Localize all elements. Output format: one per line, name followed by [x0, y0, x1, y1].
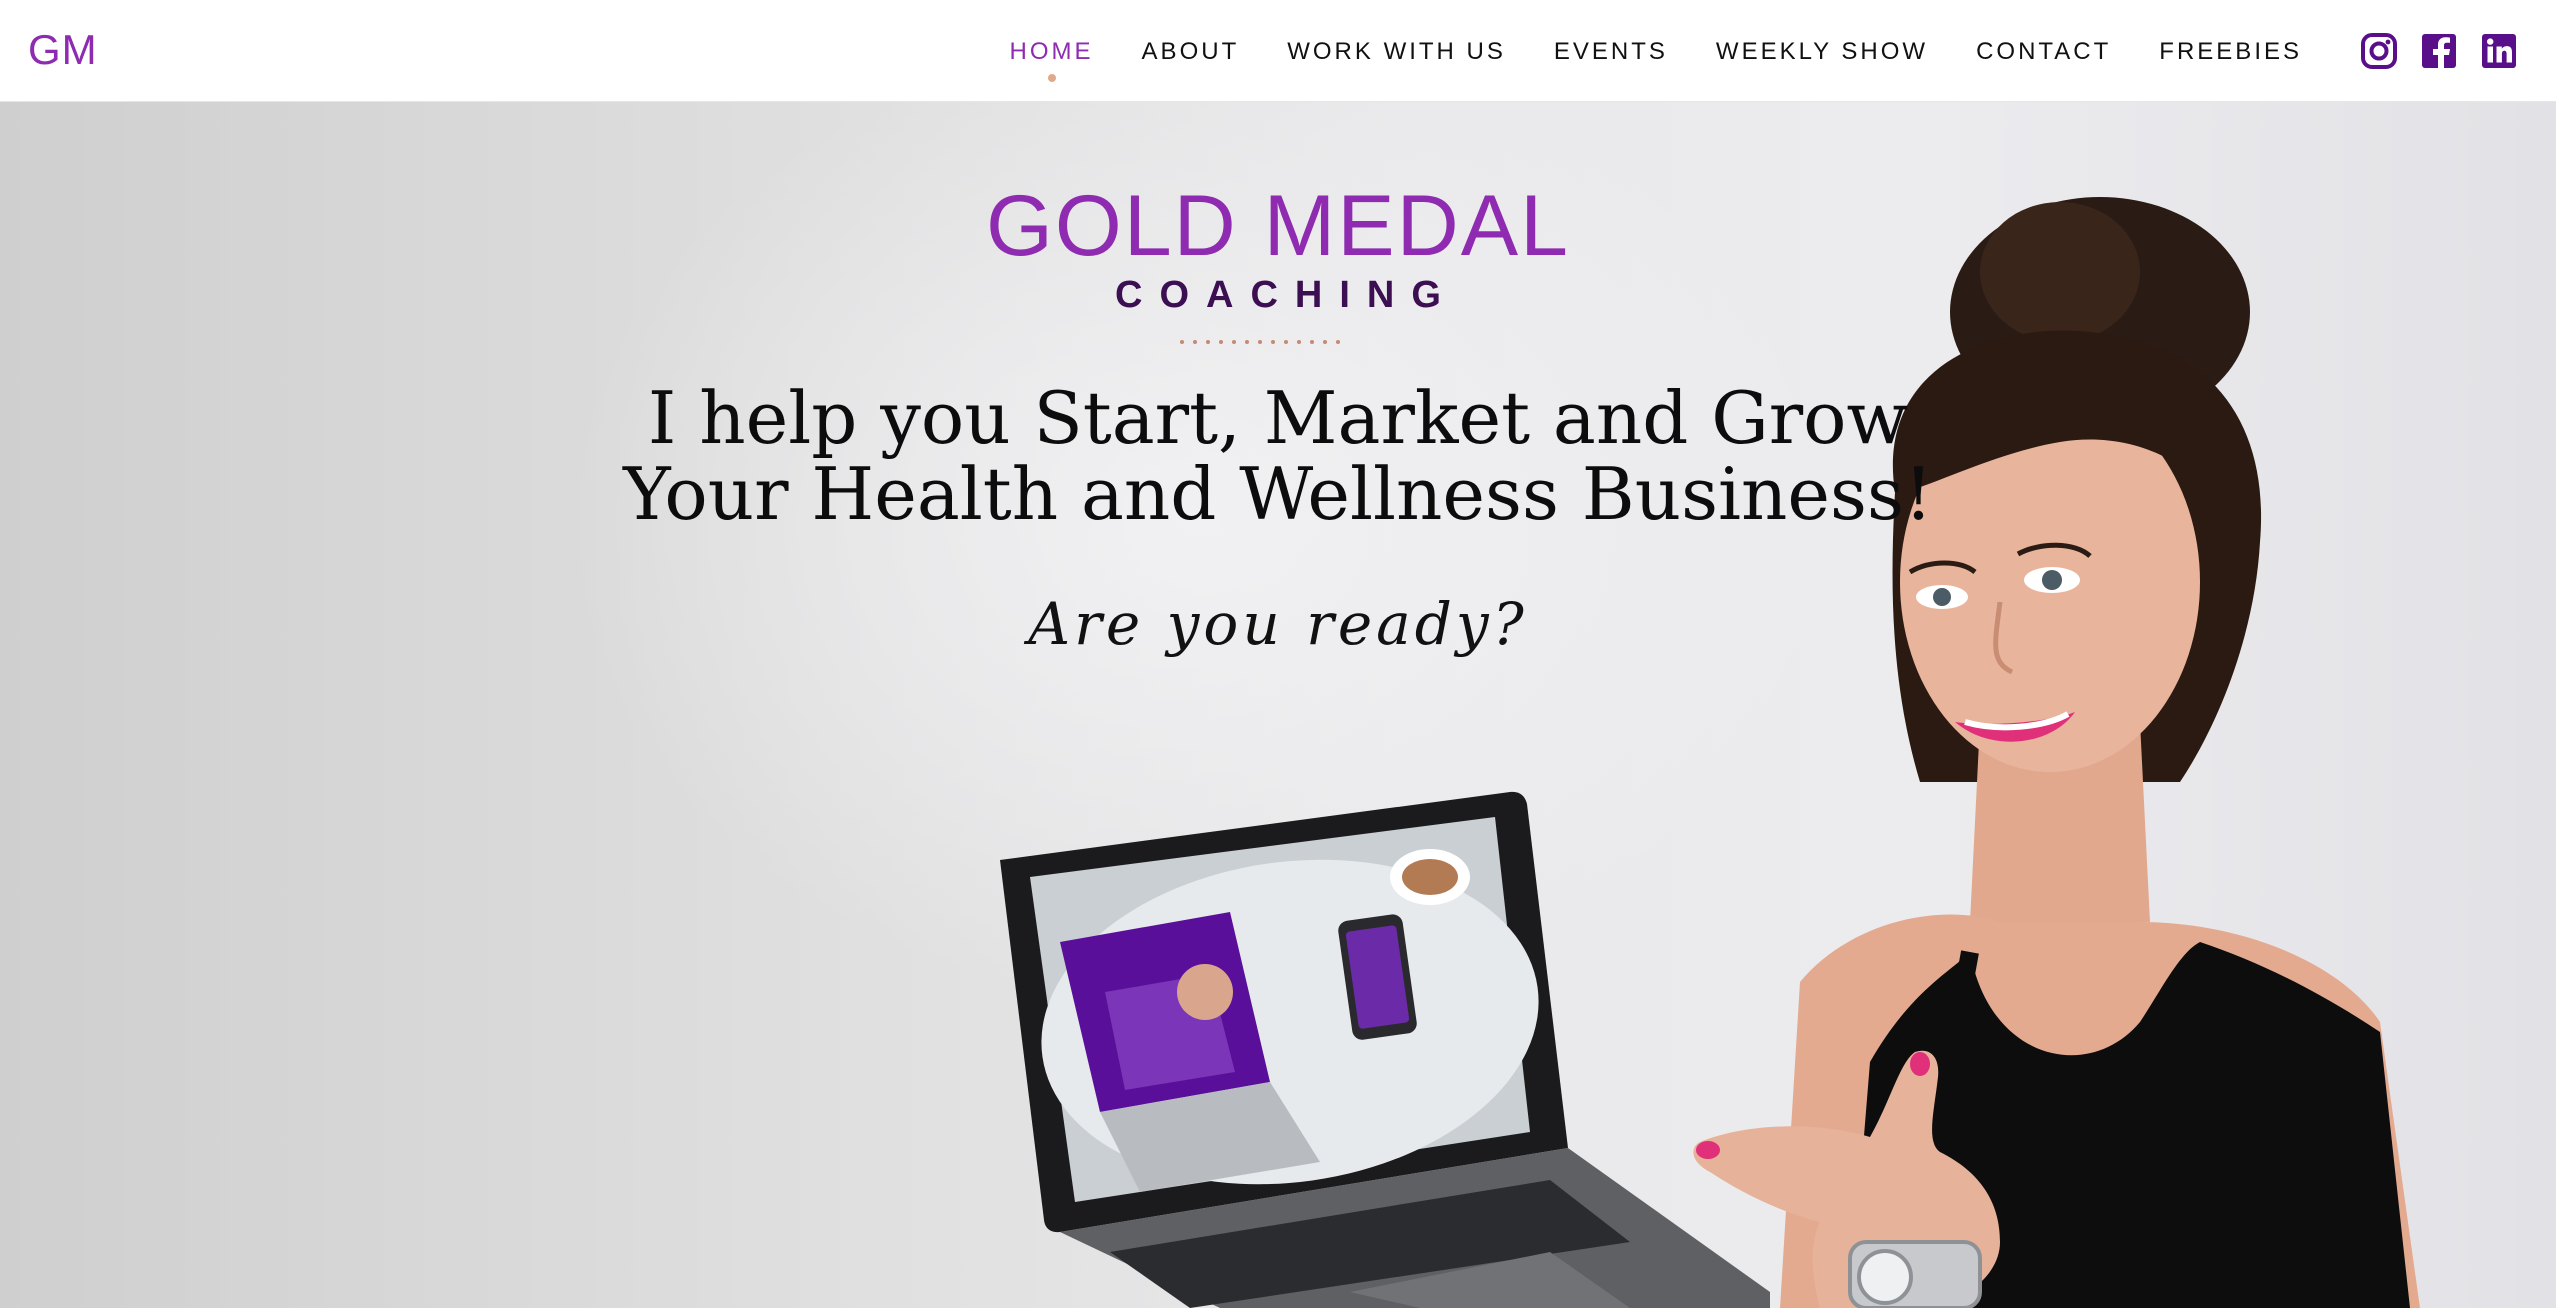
- nav-events[interactable]: EVENTS: [1554, 34, 1668, 70]
- instagram-icon[interactable]: [2360, 32, 2398, 70]
- brand-title: GOLD MEDAL: [986, 178, 1570, 274]
- laptop-image: [990, 692, 1830, 1308]
- hero-headline: I help you Start, Market and Grow Your H…: [0, 380, 2556, 532]
- nav-work-with-us[interactable]: WORK WITH US: [1287, 34, 1506, 70]
- social-links: [2360, 32, 2518, 70]
- site-logo[interactable]: GM: [28, 26, 98, 74]
- site-header: GM HOME ABOUT WORK WITH US EVENTS WEEKLY…: [0, 0, 2556, 102]
- laptop-illustration: [1000, 791, 1770, 1308]
- hero-tagline: Are you ready?: [1028, 590, 1528, 658]
- nav-weekly-show[interactable]: WEEKLY SHOW: [1716, 34, 1928, 70]
- decorative-divider: [1180, 340, 1340, 344]
- nav-freebies[interactable]: FREEBIES: [2159, 34, 2302, 70]
- nav-home[interactable]: HOME: [1010, 34, 1094, 82]
- nav-about[interactable]: ABOUT: [1142, 34, 1240, 70]
- brand-subtitle: COACHING: [1115, 274, 1458, 316]
- nav-contact[interactable]: CONTACT: [1976, 34, 2111, 70]
- hero-section: GOLD MEDAL COACHING I help you Start, Ma…: [0, 102, 2556, 1308]
- linkedin-icon[interactable]: [2480, 32, 2518, 70]
- facebook-icon[interactable]: [2420, 32, 2458, 70]
- headline-line-1: I help you Start, Market and Grow: [647, 376, 1909, 460]
- main-nav: HOME ABOUT WORK WITH US EVENTS WEEKLY SH…: [962, 34, 2302, 82]
- headline-line-2: Your Health and Wellness Business!: [623, 452, 1933, 536]
